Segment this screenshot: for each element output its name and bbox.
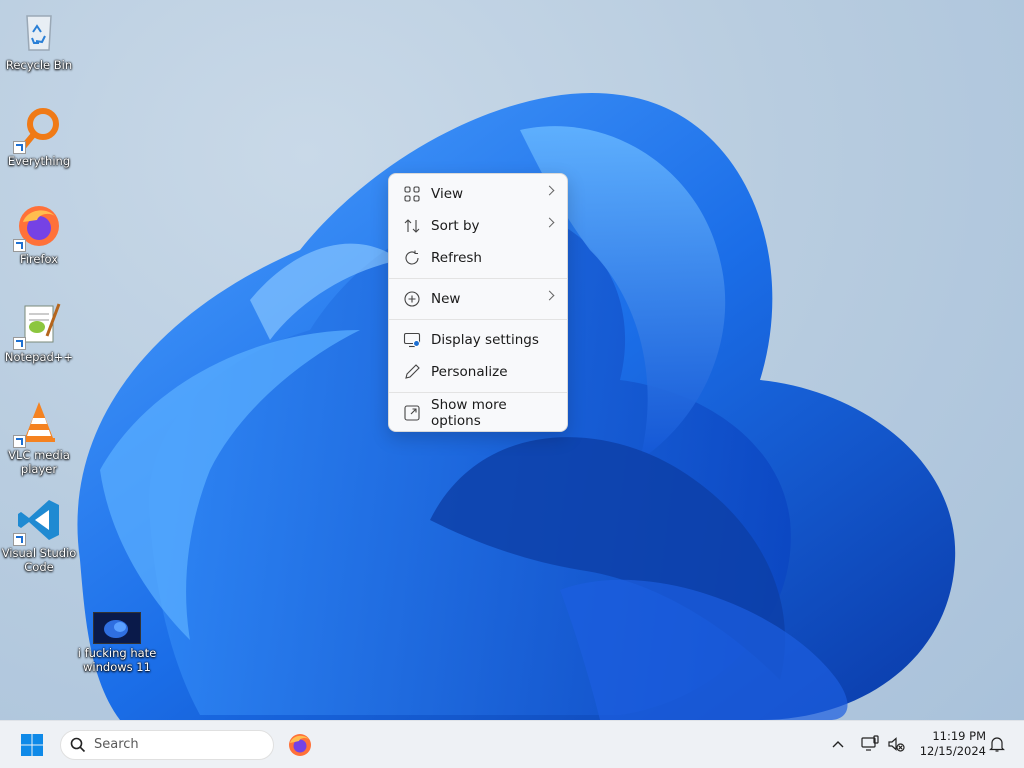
shortcut-arrow-icon: [13, 337, 26, 350]
display-icon: [403, 331, 421, 349]
shortcut-arrow-icon: [13, 239, 26, 252]
clock-date: 12/15/2024: [919, 744, 986, 758]
chevron-right-icon: [544, 185, 555, 196]
desktop-icon-label: Everything: [7, 154, 71, 168]
taskbar-search[interactable]: Search: [60, 730, 274, 760]
show-hidden-icons-button[interactable]: [828, 735, 848, 755]
desktop-icon-firefox[interactable]: Firefox: [0, 202, 78, 266]
chevron-up-icon: [832, 741, 844, 748]
taskbar-app-firefox[interactable]: [286, 731, 314, 759]
taskbar: Search 11:19 PM 12/15/2024: [0, 720, 1024, 768]
plus-circle-icon: [403, 290, 421, 308]
shortcut-arrow-icon: [13, 435, 26, 448]
menu-item-label: Personalize: [431, 364, 508, 380]
firefox-icon: [289, 734, 311, 756]
chevron-right-icon: [544, 290, 555, 301]
menu-item-label: Refresh: [431, 250, 482, 266]
notifications-button[interactable]: [988, 735, 1006, 753]
pen-icon: [403, 363, 421, 381]
firefox-icon: [13, 202, 63, 252]
start-button[interactable]: [20, 733, 44, 757]
desktop-icon-label: Visual Studio Code: [1, 546, 77, 574]
sort-icon: [403, 217, 421, 235]
volume-button[interactable]: [886, 734, 906, 754]
menu-item-refresh[interactable]: Refresh: [389, 242, 567, 274]
grid-icon: [403, 185, 421, 203]
search-icon: [70, 737, 86, 753]
vlc-icon: [13, 398, 63, 448]
shortcut-arrow-icon: [13, 533, 26, 546]
menu-item-view[interactable]: View: [389, 178, 567, 210]
desktop-icon-label: i fucking hate windows 11: [77, 646, 157, 674]
desktop-icon-label: Notepad++: [4, 350, 74, 364]
menu-item-sort-by[interactable]: Sort by: [389, 210, 567, 242]
recycle-bin-icon: [15, 8, 63, 56]
taskbar-clock[interactable]: 11:19 PM 12/15/2024: [912, 729, 986, 759]
menu-separator: [389, 278, 567, 279]
search-placeholder: Search: [94, 737, 139, 752]
desktop-icon-image-file[interactable]: i fucking hate windows 11: [76, 606, 158, 674]
image-file-icon: [93, 612, 141, 644]
desktop-icon-label: Firefox: [19, 252, 59, 266]
menu-item-label: New: [431, 291, 461, 307]
vscode-icon: [13, 496, 63, 546]
menu-item-label: View: [431, 186, 464, 202]
network-status-button[interactable]: [860, 734, 880, 754]
desktop-icon-vlc[interactable]: VLC media player: [0, 398, 78, 476]
menu-item-new[interactable]: New: [389, 283, 567, 315]
desktop-icon-label: Recycle Bin: [5, 58, 73, 72]
menu-separator: [389, 392, 567, 393]
bell-icon: [989, 737, 1005, 752]
everything-search-icon: [13, 104, 63, 154]
expand-icon: [403, 404, 421, 422]
desktop-icon-notepad-plus-plus[interactable]: Notepad++: [0, 300, 78, 364]
desktop-icon-label: VLC media player: [8, 448, 70, 476]
volume-muted-icon: [888, 737, 905, 752]
windows-logo-icon: [21, 734, 43, 756]
menu-item-personalize[interactable]: Personalize: [389, 356, 567, 388]
desktop-icon-recycle-bin[interactable]: Recycle Bin: [0, 8, 78, 72]
menu-item-label: Display settings: [431, 332, 539, 348]
menu-item-show-more-options[interactable]: Show more options: [389, 397, 567, 429]
network-icon: [861, 735, 879, 751]
menu-item-label: Sort by: [431, 218, 480, 234]
clock-time: 11:19 PM: [932, 729, 986, 743]
desktop-icon-vscode[interactable]: Visual Studio Code: [0, 496, 78, 574]
desktop-icon-everything[interactable]: Everything: [0, 104, 78, 168]
chevron-right-icon: [544, 217, 555, 228]
notepad-plus-plus-icon: [13, 300, 63, 350]
desktop-context-menu: View Sort by Refresh New Display setting…: [388, 173, 568, 432]
menu-item-display-settings[interactable]: Display settings: [389, 324, 567, 356]
refresh-icon: [403, 249, 421, 267]
menu-item-label: Show more options: [431, 397, 507, 429]
menu-separator: [389, 319, 567, 320]
shortcut-arrow-icon: [13, 141, 26, 154]
